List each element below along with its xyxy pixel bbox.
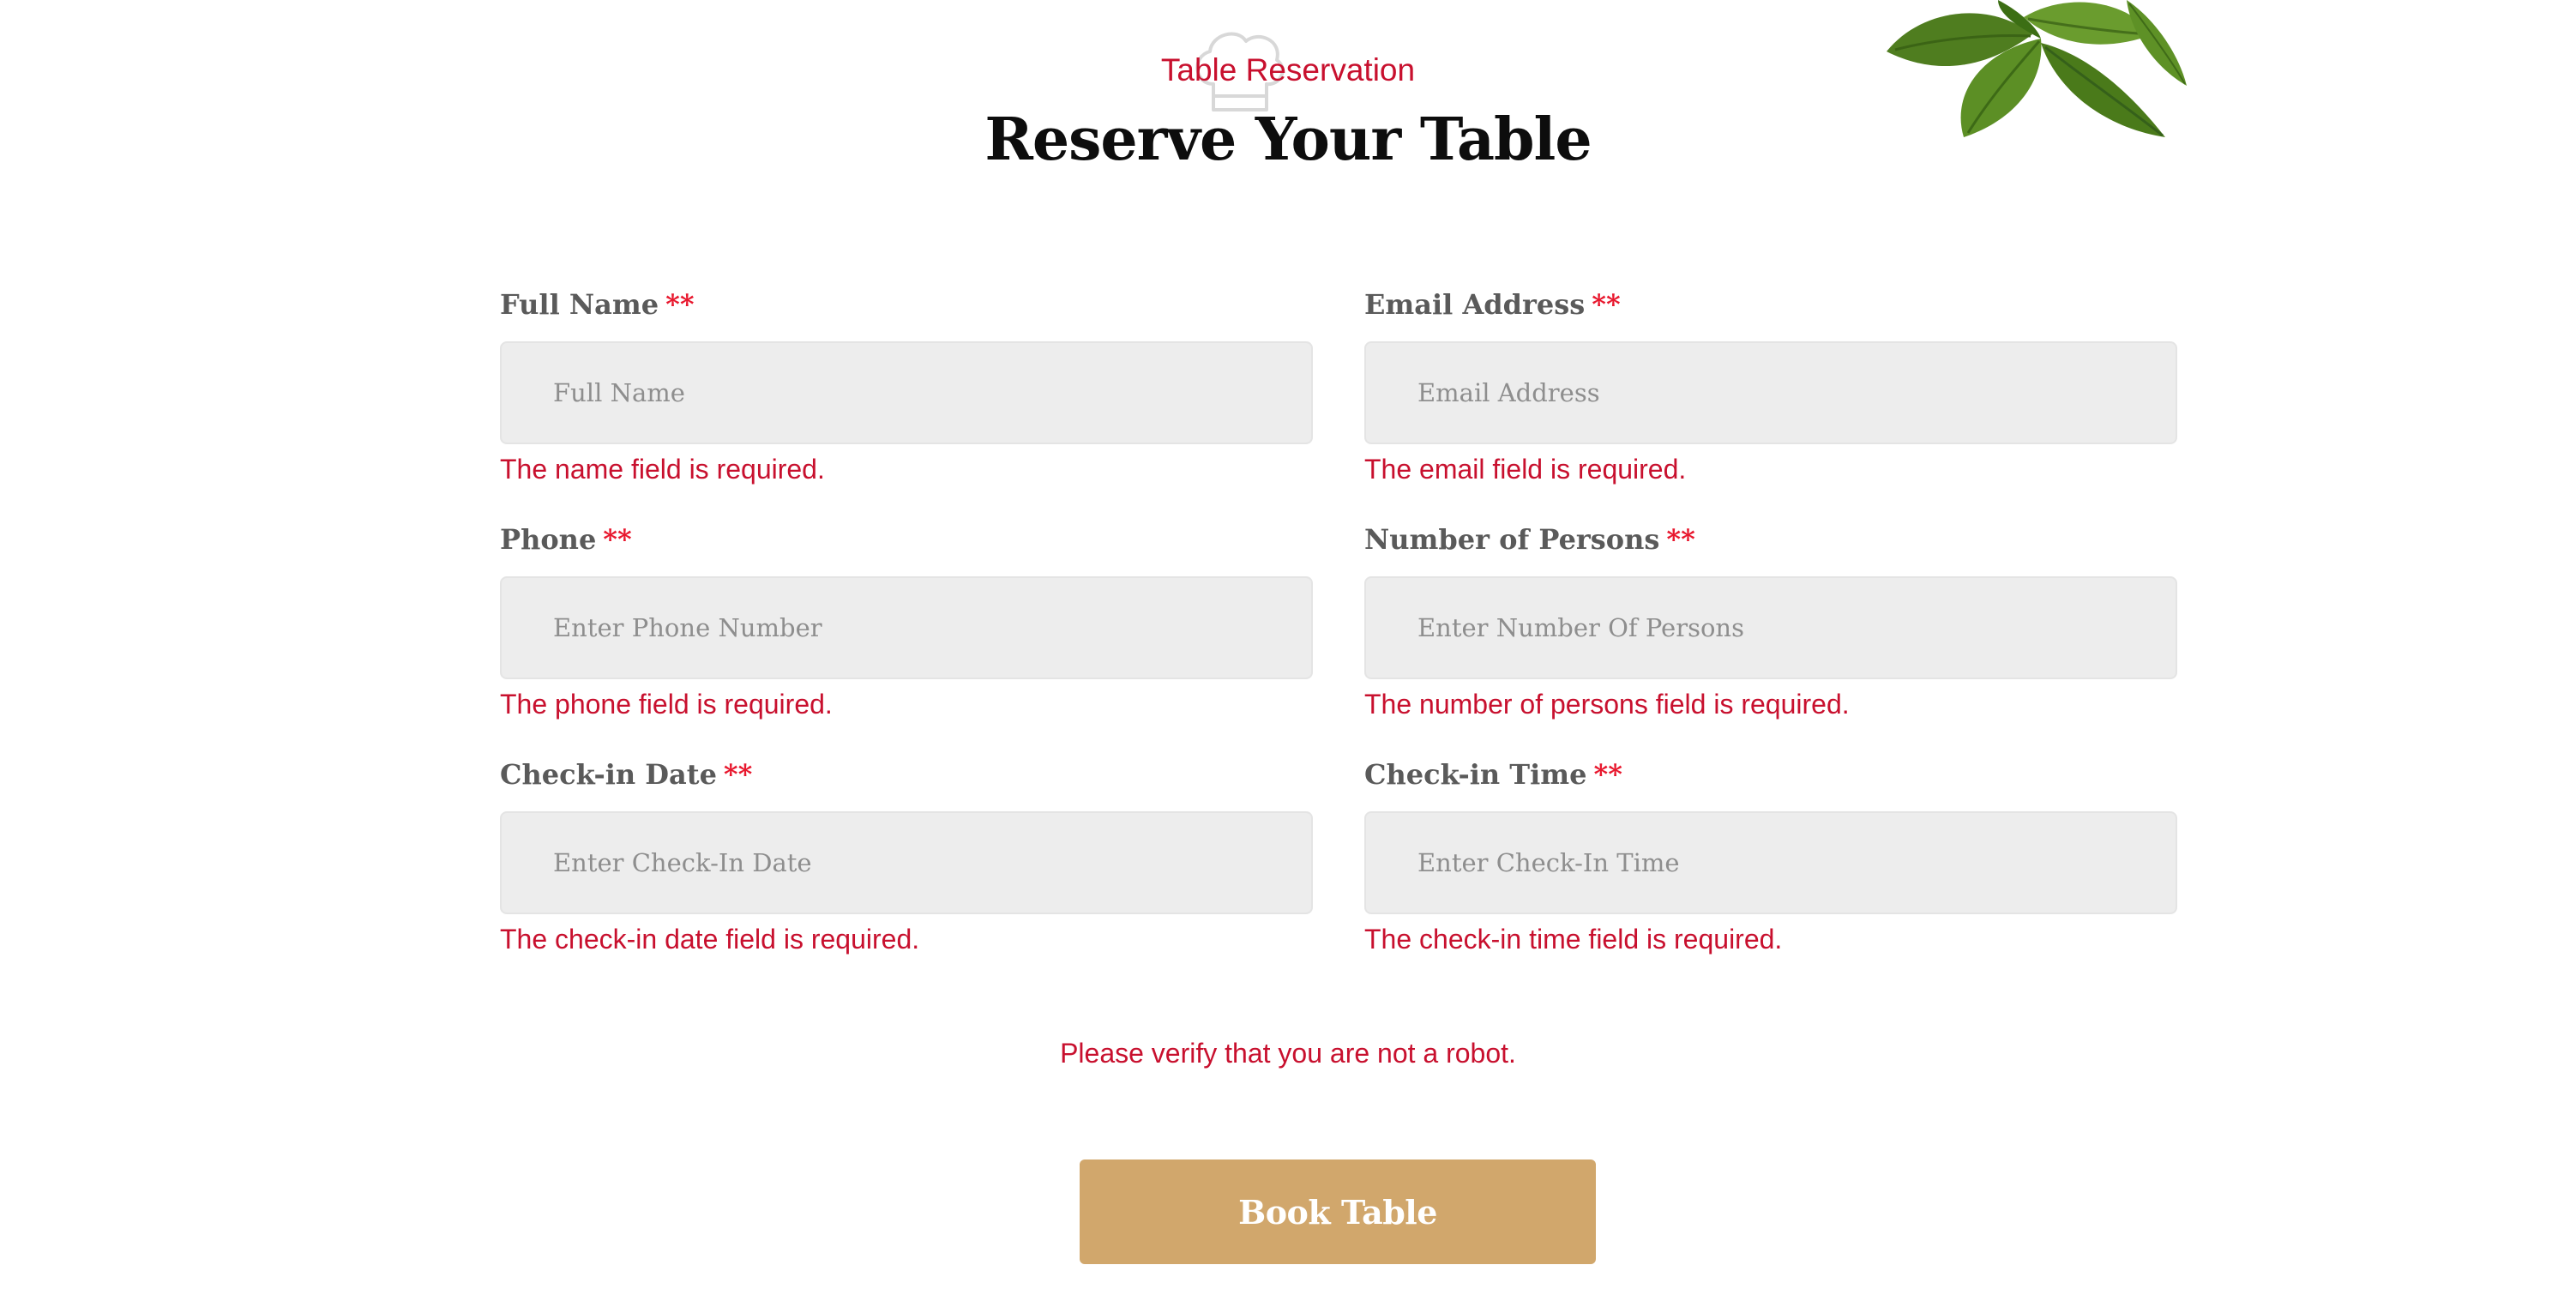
email-label: Email Address ** bbox=[1364, 288, 1621, 321]
persons-label: Number of Persons ** bbox=[1364, 523, 1695, 556]
required-marker: ** bbox=[665, 288, 695, 321]
checkin-time-error: The check-in time field is required. bbox=[1364, 924, 1783, 955]
full-name-input[interactable] bbox=[500, 341, 1313, 444]
checkin-time-label: Check-in Time ** bbox=[1364, 758, 1622, 791]
email-input[interactable] bbox=[1364, 341, 2177, 444]
phone-label: Phone ** bbox=[500, 523, 632, 556]
phone-error: The phone field is required. bbox=[500, 689, 833, 720]
required-marker: ** bbox=[1666, 523, 1695, 556]
checkin-time-input[interactable] bbox=[1364, 811, 2177, 914]
email-error: The email field is required. bbox=[1364, 454, 1687, 485]
persons-error: The number of persons field is required. bbox=[1364, 689, 1850, 720]
captcha-error: Please verify that you are not a robot. bbox=[1060, 1038, 1516, 1069]
full-name-label: Full Name ** bbox=[500, 288, 695, 321]
persons-input[interactable] bbox=[1364, 576, 2177, 679]
required-marker: ** bbox=[1593, 758, 1622, 791]
required-marker: ** bbox=[1592, 288, 1621, 321]
required-marker: ** bbox=[723, 758, 753, 791]
phone-input[interactable] bbox=[500, 576, 1313, 679]
checkin-date-input[interactable] bbox=[500, 811, 1313, 914]
required-marker: ** bbox=[603, 523, 632, 556]
section-subtitle: Table Reservation bbox=[1160, 52, 1416, 87]
checkin-date-label: Check-in Date ** bbox=[500, 758, 753, 791]
page-title: Reserve Your Table bbox=[984, 105, 1592, 174]
checkin-date-error: The check-in date field is required. bbox=[500, 924, 920, 955]
book-table-button[interactable]: Book Table bbox=[1080, 1159, 1596, 1264]
full-name-error: The name field is required. bbox=[500, 454, 825, 485]
